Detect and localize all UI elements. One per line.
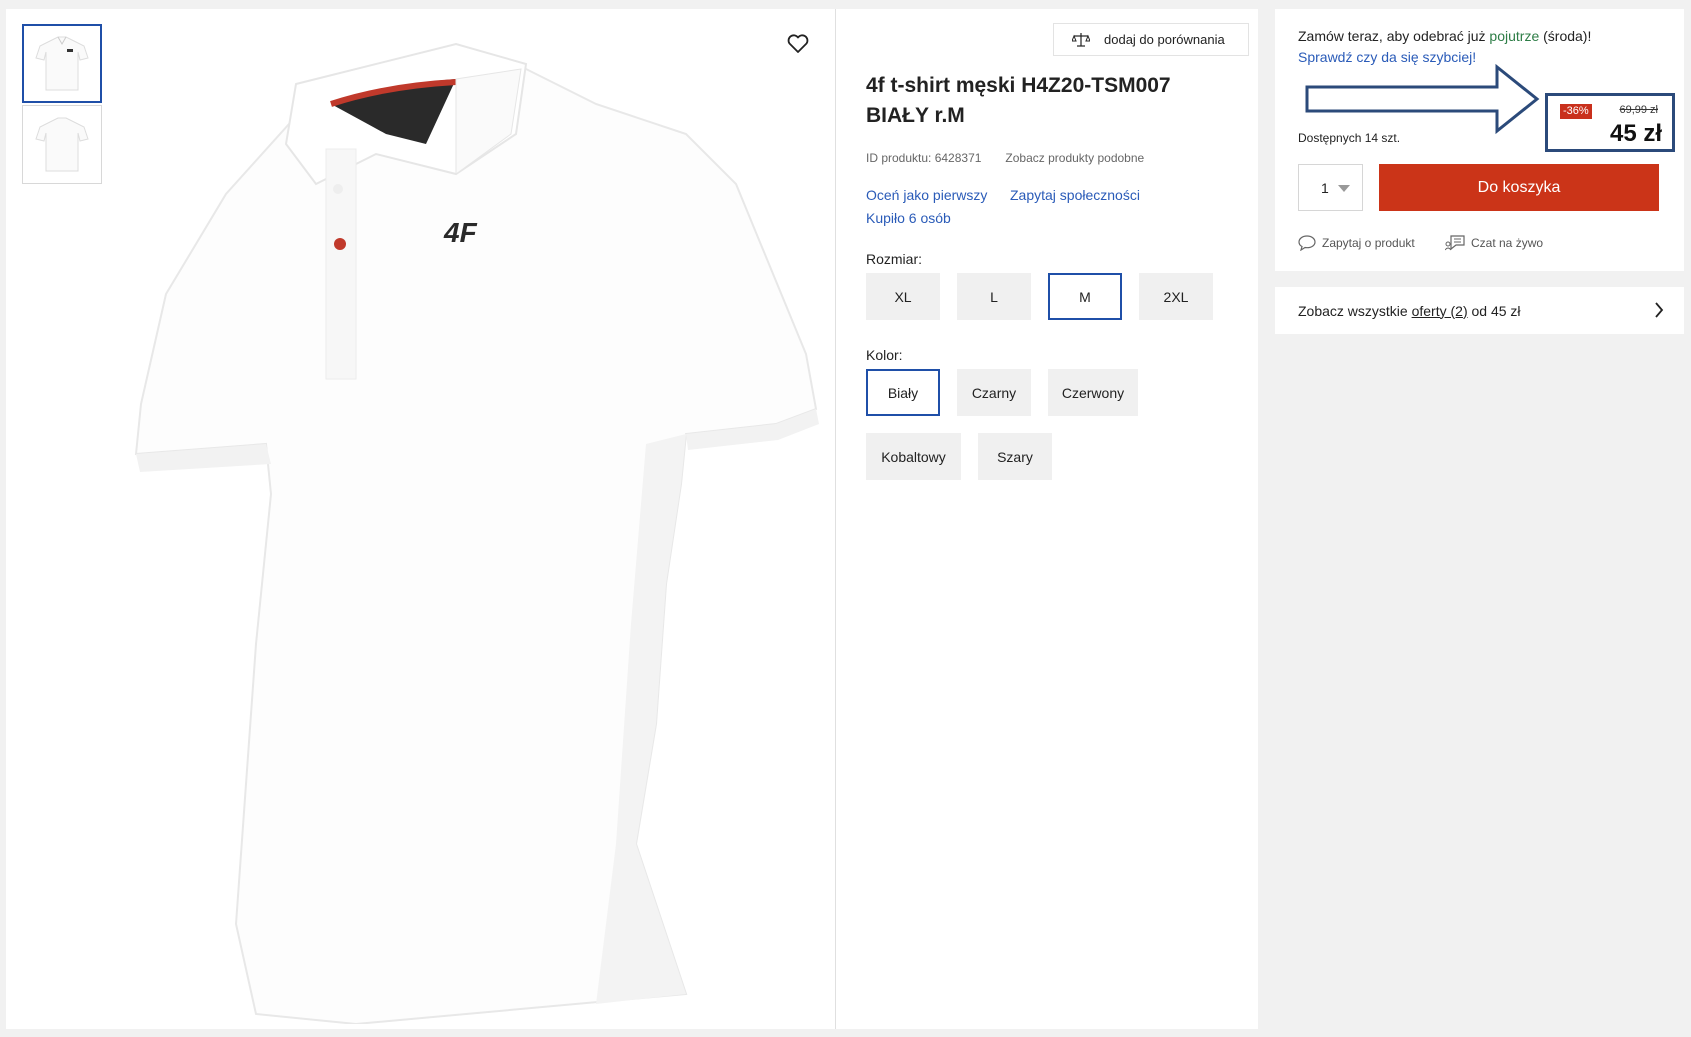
chevron-right-icon <box>1655 302 1664 318</box>
price-box: -36% 69,99 zł 45 zł <box>1545 93 1675 152</box>
size-option-xl[interactable]: XL <box>866 273 940 320</box>
color-option-kobaltowy[interactable]: Kobaltowy <box>866 433 961 480</box>
add-to-cart-button[interactable]: Do koszyka <box>1379 164 1659 211</box>
favorite-button[interactable] <box>783 29 813 59</box>
color-option-szary[interactable]: Szary <box>978 433 1052 480</box>
scale-icon <box>1072 32 1090 47</box>
size-option-2xl[interactable]: 2XL <box>1139 273 1213 320</box>
color-option-bialy[interactable]: Biały <box>866 369 940 416</box>
annotation-arrow-icon <box>1305 63 1540 135</box>
rate-first-link[interactable]: Oceń jako pierwszy <box>866 187 987 203</box>
product-image: 4F <box>134 42 819 1024</box>
offers-count-link[interactable]: oferty (2) <box>1412 303 1468 319</box>
delivery-suffix: (środa)! <box>1539 28 1592 44</box>
quantity-value: 1 <box>1321 179 1329 196</box>
delivery-prefix: Zamów teraz, aby odebrać już <box>1298 28 1490 44</box>
thumbnail-back[interactable] <box>22 105 102 184</box>
product-card: 4F dodaj do porównania 4f t-shirt męski … <box>6 9 1258 1029</box>
old-price: 69,99 zł <box>1619 104 1658 116</box>
compare-label: dodaj do porównania <box>1104 32 1225 47</box>
size-option-l[interactable]: L <box>957 273 1031 320</box>
caret-down-icon <box>1338 185 1350 192</box>
compare-button[interactable]: dodaj do porównania <box>1053 23 1249 56</box>
current-price: 45 zł <box>1609 120 1662 147</box>
svg-text:4F: 4F <box>443 217 478 248</box>
color-option-czerwony[interactable]: Czerwony <box>1048 369 1138 416</box>
availability: Dostępnych 14 szt. <box>1298 131 1401 145</box>
offers-prefix: Zobacz wszystkie <box>1298 302 1412 319</box>
color-label: Kolor: <box>866 347 903 363</box>
heart-icon <box>787 34 809 53</box>
thumbnail-front[interactable] <box>22 24 102 103</box>
offers-suffix: od 45 zł <box>1467 302 1521 319</box>
product-title: 4f t-shirt męski H4Z20-TSM007 BIAŁY r.M <box>866 74 1171 127</box>
product-id: ID produktu: 6428371 <box>866 151 982 165</box>
buy-box: Zamów teraz, aby odebrać już pojutrze (ś… <box>1275 9 1684 271</box>
product-details: dodaj do porównania 4f t-shirt męski H4Z… <box>866 9 1256 1029</box>
chat-icon <box>1445 235 1465 251</box>
ask-community-link[interactable]: Zapytaj społeczności <box>1010 187 1140 203</box>
ask-product-label: Zapytaj o produkt <box>1322 236 1415 250</box>
similar-products-link[interactable]: Zobacz produkty podobne <box>1005 151 1144 165</box>
bought-count: Kupiło 6 osób <box>866 210 951 226</box>
polo-back-thumbnail-icon <box>35 117 89 171</box>
all-offers-link[interactable]: Zobacz wszystkie oferty (2) od 45 zł <box>1275 287 1684 334</box>
discount-badge: -36% <box>1560 104 1592 119</box>
delivery-info: Zamów teraz, aby odebrać już pojutrze (ś… <box>1298 28 1591 44</box>
ask-product-link[interactable]: Zapytaj o produkt <box>1298 235 1415 251</box>
size-label: Rozmiar: <box>866 251 923 267</box>
delivery-day: pojutrze <box>1489 28 1540 44</box>
speech-bubble-icon <box>1298 235 1316 251</box>
color-option-czarny[interactable]: Czarny <box>957 369 1031 416</box>
live-chat-link[interactable]: Czat na żywo <box>1445 235 1543 251</box>
size-option-m[interactable]: M <box>1048 273 1122 320</box>
product-gallery: 4F <box>6 9 836 1029</box>
product-meta: ID produktu: 6428371 Zobacz produkty pod… <box>866 151 1144 165</box>
chat-live-label: Czat na żywo <box>1471 236 1544 250</box>
polo-thumbnail-icon <box>35 36 89 90</box>
quantity-select[interactable]: 1 <box>1298 164 1363 211</box>
